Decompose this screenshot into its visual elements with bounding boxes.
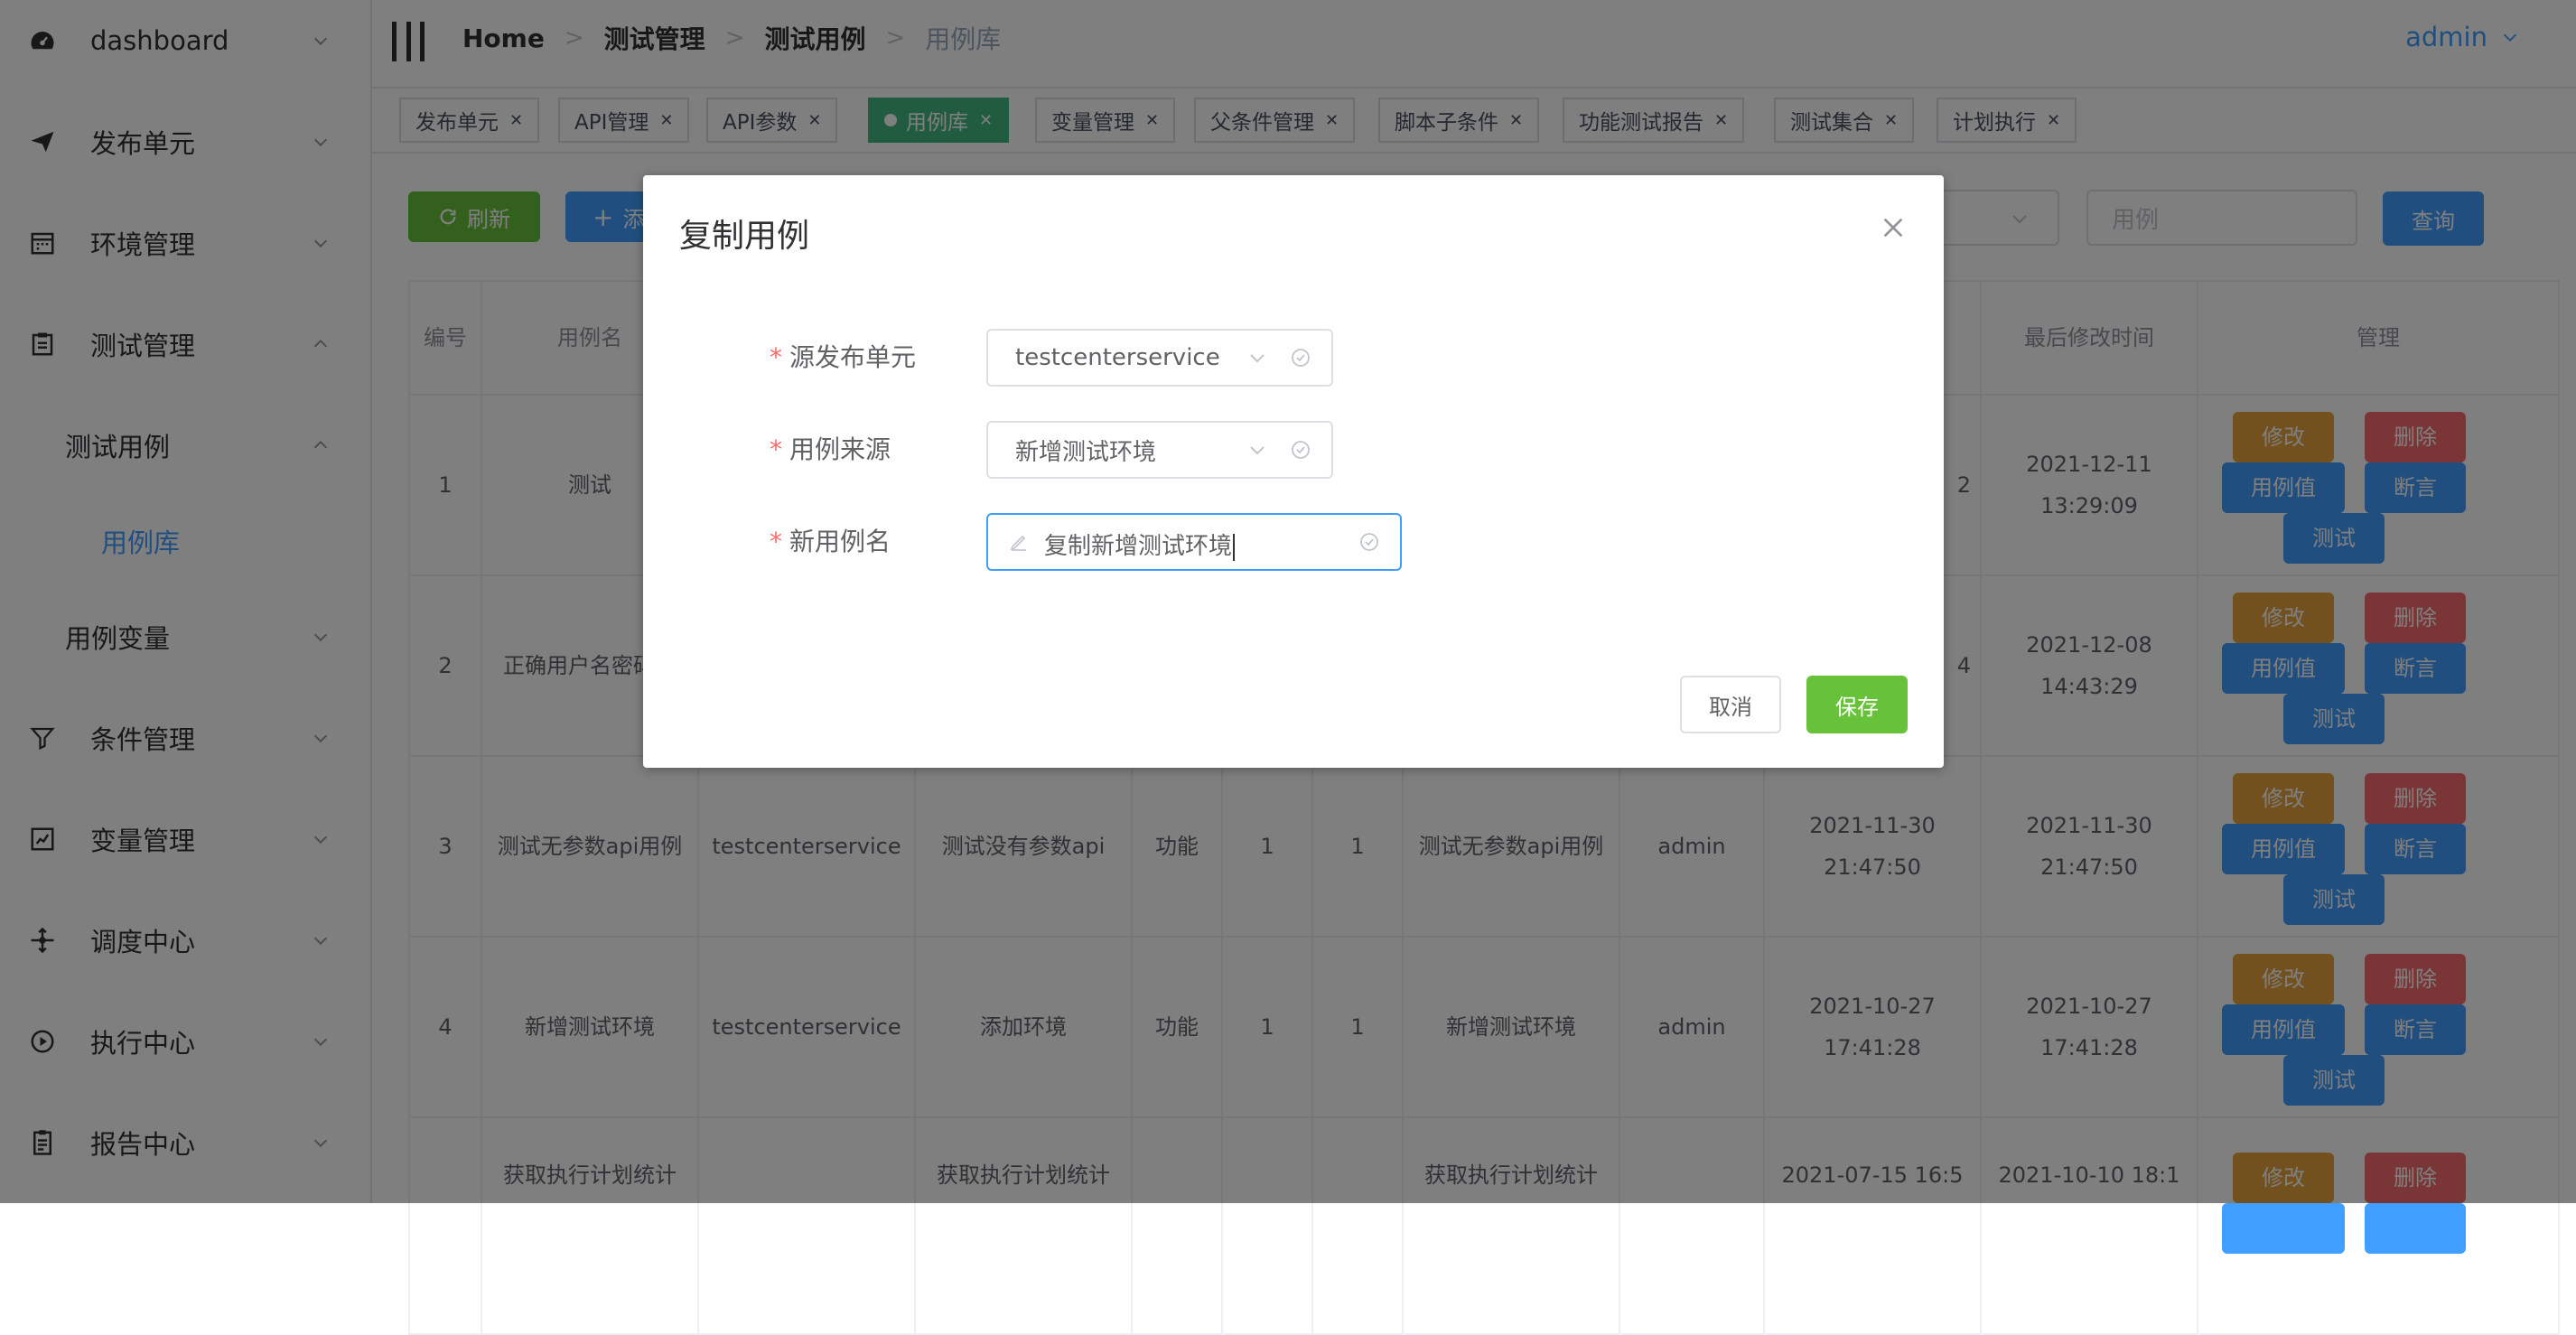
required-asterisk: * xyxy=(770,527,782,556)
required-asterisk: * xyxy=(770,342,782,372)
required-asterisk: * xyxy=(770,434,782,464)
new-case-name-input[interactable]: 复制新增测试环境 xyxy=(986,513,1402,571)
check-circle-icon xyxy=(1292,441,1310,459)
dialog-title: 复制用例 xyxy=(679,218,810,255)
text-caret xyxy=(1233,533,1236,561)
copy-case-dialog: 复制用例 * 源发布单元 testcenterservice * 用例来源 新增测试… xyxy=(643,175,1944,768)
case-source-label: * 用例来源 xyxy=(770,434,891,464)
check-circle-icon xyxy=(1292,349,1310,367)
chevron-down-icon xyxy=(1250,446,1265,455)
edit-pen-icon xyxy=(1010,535,1026,551)
close-icon[interactable] xyxy=(1879,213,1908,242)
chevron-down-icon xyxy=(1250,354,1265,363)
source-unit-label: * 源发布单元 xyxy=(770,342,917,372)
new-case-name-label: * 新用例名 xyxy=(770,527,891,556)
check-circle-icon xyxy=(1360,533,1378,551)
case-values-button[interactable] xyxy=(2222,1203,2345,1254)
new-case-name-value: 复制新增测试环境 xyxy=(1044,533,1233,560)
assert-button[interactable] xyxy=(2365,1203,2466,1254)
case-source-select[interactable]: 新增测试环境 xyxy=(986,421,1333,479)
source-unit-select[interactable]: testcenterservice xyxy=(986,329,1333,387)
save-button[interactable]: 保存 xyxy=(1806,676,1908,733)
cancel-button[interactable]: 取消 xyxy=(1680,676,1781,733)
